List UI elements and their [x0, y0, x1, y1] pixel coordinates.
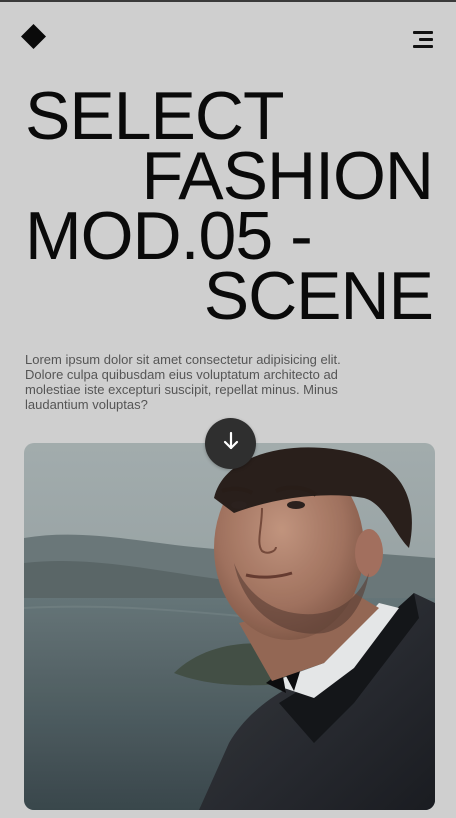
hero-headline: SELECT FASHION MOD.05 - SCENE: [0, 78, 456, 334]
headline-line-2: FASHION: [141, 138, 435, 214]
headline-line-4: SCENE: [203, 258, 434, 334]
top-border: [0, 0, 456, 2]
arrow-down-icon: [221, 431, 241, 456]
hero-video[interactable]: [24, 443, 435, 810]
scroll-down-button[interactable]: [205, 418, 256, 469]
diamond-logo-icon[interactable]: [21, 24, 46, 49]
headline-line-1: SELECT: [25, 78, 285, 154]
headline-line-3: MOD.05 -: [25, 198, 313, 274]
hamburger-menu-icon[interactable]: [410, 30, 434, 50]
hero-description: Lorem ipsum dolor sit amet consectetur a…: [25, 352, 341, 412]
